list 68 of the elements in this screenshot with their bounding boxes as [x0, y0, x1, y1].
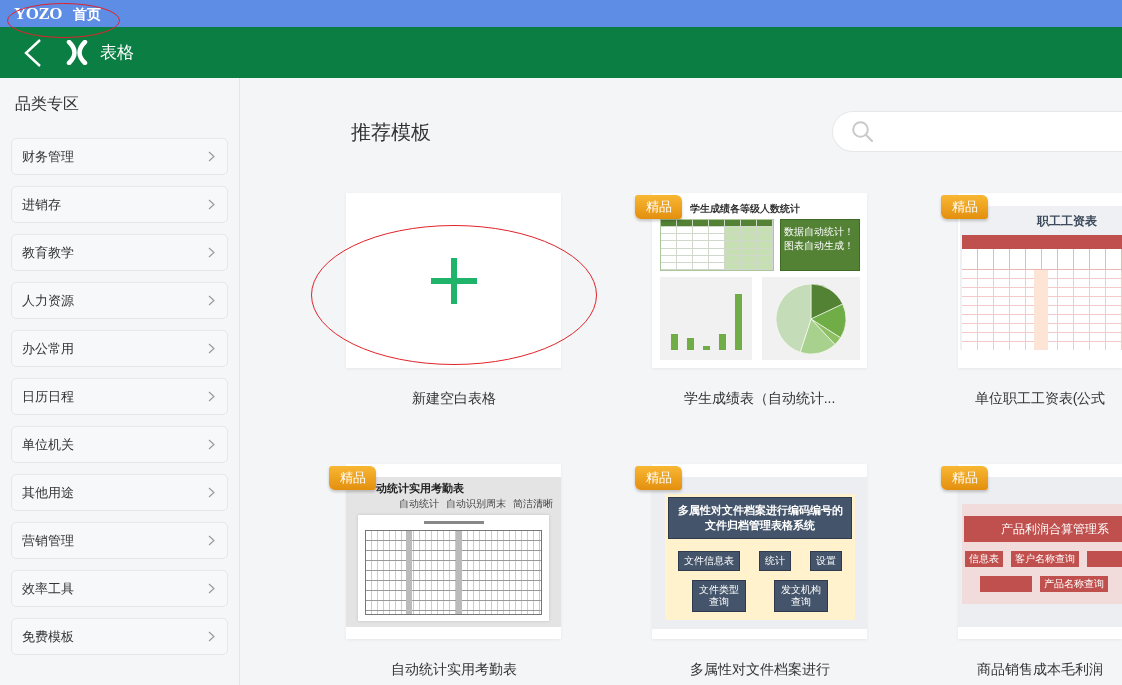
app-title: 表格 — [100, 41, 134, 64]
chart-bar — [702, 346, 710, 350]
chevron-right-icon — [208, 151, 215, 162]
premium-badge: 精品 — [941, 195, 988, 219]
template-title: 多属性对文件档案进行 — [688, 660, 831, 679]
search-icon — [852, 121, 873, 142]
menu-tile — [980, 576, 1032, 592]
title-banner: 产品利润合算管理系 — [964, 516, 1122, 542]
category-item[interactable]: 财务管理 — [11, 138, 228, 175]
section-title: 推荐模板 — [351, 119, 431, 145]
back-button[interactable] — [24, 38, 42, 67]
category-item[interactable]: 其他用途 — [11, 474, 228, 511]
menu-tile: 文件信息表 — [677, 551, 740, 571]
feature-label: 简洁清晰 — [513, 497, 553, 510]
search-field[interactable] — [832, 111, 1122, 152]
plus-icon — [430, 257, 477, 304]
category-item[interactable]: 进销存 — [11, 186, 228, 223]
chevron-right-icon — [208, 199, 215, 210]
sheet-title: 职工工资表 — [1037, 214, 1097, 228]
template-title: 学生成绩表（自动统计... — [682, 389, 837, 408]
chevron-right-icon — [208, 343, 215, 354]
chevron-right-icon — [208, 487, 215, 498]
sheet-title: 动统计实用考勤表 — [376, 481, 464, 495]
premium-badge: 精品 — [635, 195, 682, 219]
category-item[interactable]: 营销管理 — [11, 522, 228, 559]
category-item[interactable]: 单位机关 — [11, 426, 228, 463]
category-item[interactable]: 人力资源 — [11, 282, 228, 319]
category-item[interactable]: 免费模板 — [11, 618, 228, 655]
template-thumbnail[interactable] — [346, 193, 561, 368]
app-logo: YOZO — [14, 3, 63, 24]
note-box: 数据自动统计！ 图表自动生成！ — [780, 219, 860, 271]
chevron-right-icon — [208, 439, 215, 450]
category-item[interactable]: 效率工具 — [11, 570, 228, 607]
menu-tile: 统计 — [759, 551, 791, 571]
category-item[interactable]: 办公常用 — [11, 330, 228, 367]
feature-label: 自动识别周末 — [446, 497, 506, 510]
sheet-title: 学生成绩各等级人数统计 — [690, 202, 800, 215]
menu-tile: 产品名称查询 — [1040, 576, 1108, 592]
menu-tile: 设置 — [810, 551, 843, 571]
template-title: 单位职工工资表(公式 — [973, 389, 1107, 408]
chart-bar — [670, 334, 678, 350]
app-logo-icon — [66, 40, 88, 65]
sidebar-title: 品类专区 — [15, 94, 80, 114]
premium-badge: 精品 — [329, 466, 376, 490]
menu-tile: 发文机构查询 — [774, 580, 828, 612]
premium-badge: 精品 — [635, 466, 682, 490]
feature-label: 自动统计 — [399, 497, 439, 510]
chart-bar — [734, 294, 742, 350]
chevron-right-icon — [208, 295, 215, 306]
template-title: 商品销售成本毛利润 — [976, 660, 1104, 679]
chevron-right-icon — [208, 391, 215, 402]
chevron-right-icon — [208, 631, 215, 642]
menu-tile: 文件类型查询 — [692, 580, 746, 612]
chevron-right-icon — [208, 535, 215, 546]
category-item[interactable]: 教育教学 — [11, 234, 228, 271]
chart-bar — [718, 334, 726, 350]
chevron-right-icon — [208, 583, 215, 594]
chevron-right-icon — [208, 247, 215, 258]
template-title: 新建空白表格 — [410, 389, 497, 408]
premium-badge: 精品 — [941, 466, 988, 490]
menu-tile — [1087, 551, 1122, 567]
menu-tile: 信息表 — [965, 551, 1003, 567]
title-banner: 多属性对文件档案进行编码编号的 文件归档管理表格系统 — [668, 497, 852, 539]
category-item[interactable]: 日历日程 — [11, 378, 228, 415]
chart-bar — [686, 338, 694, 350]
menu-tile: 客户名称查询 — [1011, 551, 1079, 567]
back-icon — [24, 38, 42, 67]
template-title: 自动统计实用考勤表 — [389, 660, 518, 679]
